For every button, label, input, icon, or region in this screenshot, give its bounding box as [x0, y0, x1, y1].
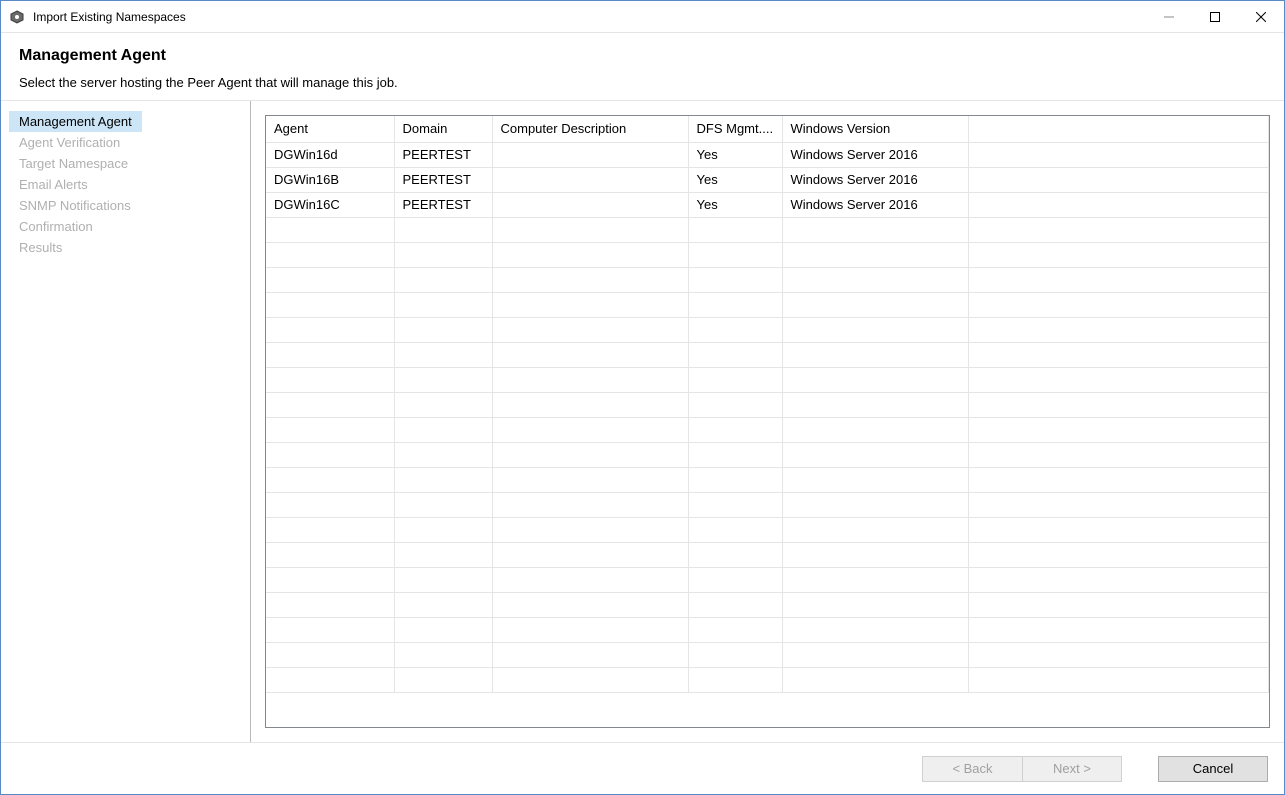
- table-row-empty: [266, 367, 1269, 392]
- wizard-step-1[interactable]: Agent Verification: [9, 132, 242, 153]
- table-row-empty: [266, 517, 1269, 542]
- wizard-step-5[interactable]: Confirmation: [9, 216, 242, 237]
- back-button[interactable]: < Back: [922, 756, 1022, 782]
- table-row[interactable]: DGWin16BPEERTEST YesWindows Server 2016: [266, 167, 1269, 192]
- table-row-empty: [266, 342, 1269, 367]
- wizard-steps: Management AgentAgent VerificationTarget…: [1, 101, 251, 742]
- cell-winver: Windows Server 2016: [782, 192, 968, 217]
- table-row-empty: [266, 567, 1269, 592]
- table-row[interactable]: DGWin16CPEERTEST YesWindows Server 2016: [266, 192, 1269, 217]
- cell-agent: DGWin16C: [266, 192, 394, 217]
- cell-domain: PEERTEST: [394, 192, 492, 217]
- table-row-empty: [266, 267, 1269, 292]
- close-button[interactable]: [1238, 1, 1284, 32]
- dialog-window: Import Existing Namespaces Management Ag…: [0, 0, 1285, 795]
- header: Management Agent Select the server hosti…: [1, 33, 1284, 101]
- column-header-0[interactable]: Agent: [266, 116, 394, 142]
- cell-desc: [492, 142, 688, 167]
- cell-extra: [968, 167, 1269, 192]
- table-row-empty: [266, 542, 1269, 567]
- table-row-empty: [266, 617, 1269, 642]
- table-row-empty: [266, 642, 1269, 667]
- body: Management AgentAgent VerificationTarget…: [1, 101, 1284, 742]
- titlebar: Import Existing Namespaces: [1, 1, 1284, 33]
- window-controls: [1146, 1, 1284, 32]
- cell-domain: PEERTEST: [394, 142, 492, 167]
- wizard-step-3[interactable]: Email Alerts: [9, 174, 242, 195]
- window-title: Import Existing Namespaces: [33, 10, 186, 24]
- cell-domain: PEERTEST: [394, 167, 492, 192]
- table-row-empty: [266, 242, 1269, 267]
- wizard-step-2[interactable]: Target Namespace: [9, 153, 242, 174]
- cell-agent: DGWin16B: [266, 167, 394, 192]
- main-content: AgentDomainComputer DescriptionDFS Mgmt.…: [251, 101, 1284, 742]
- table-row-empty: [266, 592, 1269, 617]
- cell-winver: Windows Server 2016: [782, 142, 968, 167]
- column-header-4[interactable]: Windows Version: [782, 116, 968, 142]
- table-row-empty: [266, 292, 1269, 317]
- table-row-empty: [266, 492, 1269, 517]
- table-row-empty: [266, 317, 1269, 342]
- cell-desc: [492, 167, 688, 192]
- page-title: Management Agent: [19, 47, 1266, 65]
- column-header-2[interactable]: Computer Description: [492, 116, 688, 142]
- cancel-button[interactable]: Cancel: [1158, 756, 1268, 782]
- table-row-empty: [266, 217, 1269, 242]
- page-subtitle: Select the server hosting the Peer Agent…: [19, 75, 1266, 90]
- maximize-button[interactable]: [1192, 1, 1238, 32]
- column-header-3[interactable]: DFS Mgmt....: [688, 116, 782, 142]
- cell-extra: [968, 192, 1269, 217]
- cell-extra: [968, 142, 1269, 167]
- table-row-empty: [266, 442, 1269, 467]
- column-header-5[interactable]: [968, 116, 1269, 142]
- table-row-empty: [266, 417, 1269, 442]
- next-button[interactable]: Next >: [1022, 756, 1122, 782]
- app-icon: [9, 9, 25, 25]
- table-row-empty: [266, 467, 1269, 492]
- table-row[interactable]: DGWin16dPEERTEST YesWindows Server 2016: [266, 142, 1269, 167]
- wizard-step-6[interactable]: Results: [9, 237, 242, 258]
- wizard-step-4[interactable]: SNMP Notifications: [9, 195, 242, 216]
- table-row-empty: [266, 392, 1269, 417]
- minimize-button[interactable]: [1146, 1, 1192, 32]
- nav-button-group: < Back Next >: [922, 756, 1122, 782]
- wizard-step-0[interactable]: Management Agent: [9, 111, 142, 132]
- cell-winver: Windows Server 2016: [782, 167, 968, 192]
- footer: < Back Next > Cancel: [1, 742, 1284, 794]
- column-header-1[interactable]: Domain: [394, 116, 492, 142]
- table-row-empty: [266, 667, 1269, 692]
- cell-dfs: Yes: [688, 167, 782, 192]
- agents-table[interactable]: AgentDomainComputer DescriptionDFS Mgmt.…: [265, 115, 1270, 728]
- cell-agent: DGWin16d: [266, 142, 394, 167]
- cell-desc: [492, 192, 688, 217]
- cell-dfs: Yes: [688, 142, 782, 167]
- cell-dfs: Yes: [688, 192, 782, 217]
